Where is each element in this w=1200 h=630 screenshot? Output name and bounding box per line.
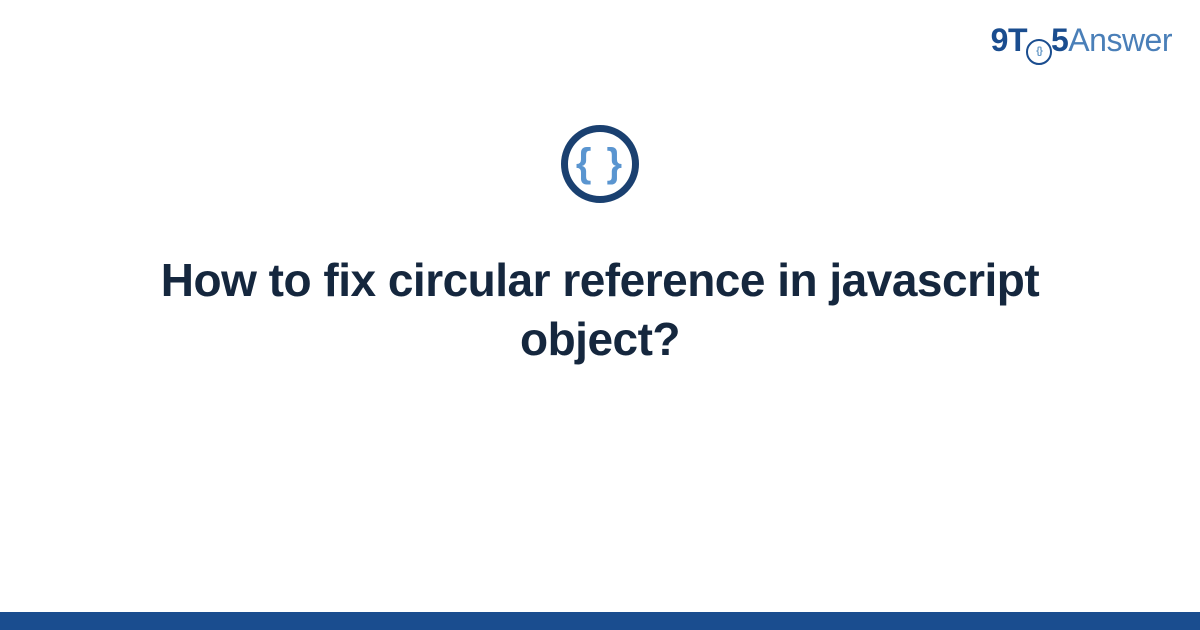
logo-zero: {} <box>1027 22 1051 65</box>
main-content: { } How to fix circular reference in jav… <box>0 125 1200 369</box>
logo-zero-braces-icon: {} <box>1036 46 1042 57</box>
logo-zero-ring: {} <box>1026 39 1052 65</box>
logo-suffix: Answer <box>1068 22 1172 58</box>
site-logo: 9T {} 5Answer <box>991 22 1172 65</box>
logo-prefix: 9T <box>991 22 1027 58</box>
footer-accent-bar <box>0 612 1200 630</box>
category-badge: { } <box>561 125 639 203</box>
logo-mid: 5 <box>1051 22 1068 58</box>
question-title: How to fix circular reference in javascr… <box>110 251 1090 369</box>
code-braces-icon: { } <box>576 143 624 183</box>
